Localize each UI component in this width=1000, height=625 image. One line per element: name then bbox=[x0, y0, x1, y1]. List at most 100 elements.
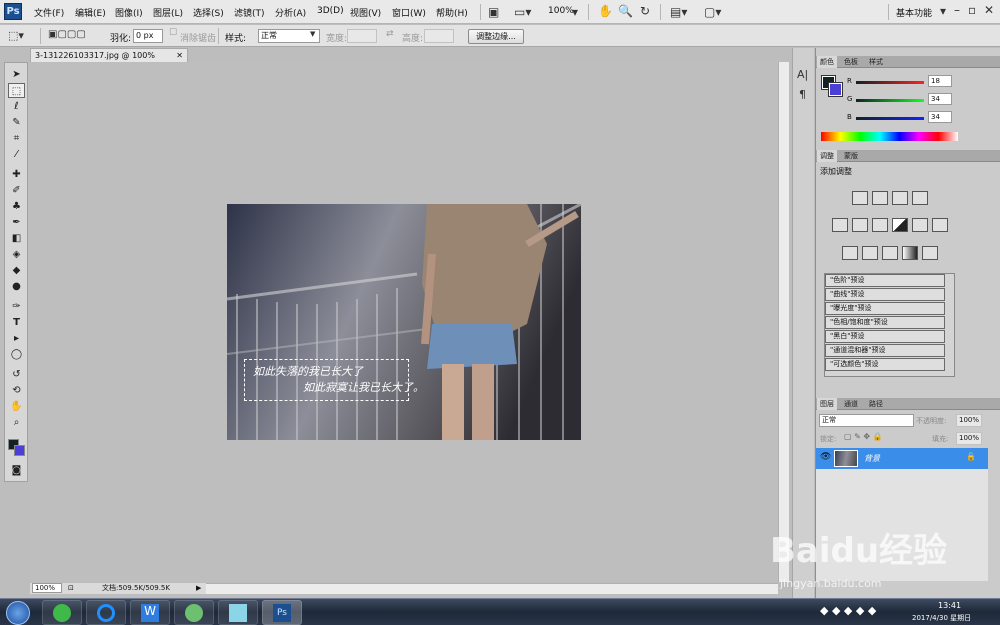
clock-time[interactable]: 13:41 bbox=[938, 601, 961, 610]
quick-selection-tool-icon[interactable]: ✎ bbox=[8, 115, 25, 130]
rotate-view-icon[interactable]: ↻ bbox=[640, 4, 650, 18]
rectangular-marquee-tool-icon[interactable]: ⬚ bbox=[8, 83, 25, 98]
chevron-down-icon[interactable]: ▾ bbox=[940, 4, 946, 18]
bg-color-box[interactable] bbox=[828, 82, 843, 97]
menu-file[interactable]: 文件(F) bbox=[34, 6, 64, 19]
color-spectrum[interactable] bbox=[821, 132, 958, 141]
zoom-field[interactable]: 100% bbox=[32, 583, 62, 593]
blend-mode-select[interactable]: 正常 bbox=[819, 414, 914, 427]
fill-input[interactable]: 100% bbox=[956, 432, 982, 445]
clock-date[interactable]: 2017/4/30 星期日 bbox=[912, 613, 971, 623]
restore-icon[interactable]: ▫ bbox=[968, 3, 976, 17]
character-panel-icon[interactable]: A| bbox=[797, 68, 808, 81]
preset-curves[interactable]: "曲线"预设 bbox=[825, 288, 945, 301]
photo-filter-icon[interactable] bbox=[912, 218, 928, 232]
horizontal-scrollbar[interactable] bbox=[206, 583, 778, 594]
b-input[interactable]: 34 bbox=[928, 111, 952, 123]
marquee-preset-icon[interactable]: ⬚▾ bbox=[8, 29, 24, 42]
feather-input[interactable]: 0 px bbox=[133, 29, 163, 43]
preset-hue-saturation[interactable]: "色相/饱和度"预设 bbox=[825, 316, 945, 329]
color-balance-icon[interactable] bbox=[872, 218, 888, 232]
antialias-checkbox[interactable]: ☐ bbox=[169, 28, 177, 38]
tab-channels[interactable]: 通道 bbox=[841, 398, 861, 410]
tab-styles[interactable]: 样式 bbox=[866, 56, 886, 68]
3d-orbit-tool-icon[interactable]: ⟲ bbox=[8, 383, 25, 398]
paragraph-panel-icon[interactable]: ¶ bbox=[799, 88, 806, 101]
screen-mode-icon[interactable]: ▢▾ bbox=[704, 5, 721, 19]
vertical-scrollbar[interactable] bbox=[778, 62, 789, 582]
preset-levels[interactable]: "色阶"预设 bbox=[825, 274, 945, 287]
type-tool-icon[interactable]: T bbox=[8, 315, 25, 330]
tab-color[interactable]: 颜色 bbox=[817, 56, 837, 68]
taskbar-app-3[interactable]: W bbox=[130, 600, 170, 625]
menu-image[interactable]: 图像(I) bbox=[115, 6, 143, 19]
opacity-input[interactable]: 100% bbox=[956, 414, 982, 427]
exposure-icon[interactable] bbox=[912, 191, 928, 205]
preset-black-white[interactable]: "黑白"预设 bbox=[825, 330, 945, 343]
menu-select[interactable]: 选择(S) bbox=[193, 6, 224, 19]
document-image[interactable]: 如此失落的我已长大了 如此寂寞让我已长大了。 bbox=[227, 204, 581, 440]
brightness-icon[interactable] bbox=[852, 191, 868, 205]
quick-mask-icon[interactable]: ◙ bbox=[8, 463, 25, 478]
ellipse-tool-icon[interactable]: ◯ bbox=[8, 347, 25, 362]
document-info-icon[interactable]: ⊡ bbox=[68, 583, 74, 594]
start-button[interactable] bbox=[6, 601, 30, 625]
dodge-tool-icon[interactable]: ● bbox=[8, 279, 25, 294]
blur-tool-icon[interactable]: ◆ bbox=[8, 263, 25, 278]
menu-edit[interactable]: 编辑(E) bbox=[75, 6, 106, 19]
taskbar-app-4[interactable] bbox=[174, 600, 214, 625]
preset-channel-mixer[interactable]: "通道混和器"预设 bbox=[825, 344, 945, 357]
menu-window[interactable]: 窗口(W) bbox=[392, 6, 426, 19]
posterize-icon[interactable] bbox=[862, 246, 878, 260]
invert-icon[interactable] bbox=[842, 246, 858, 260]
path-selection-tool-icon[interactable]: ▸ bbox=[8, 331, 25, 346]
tray-icons[interactable]: ◆ ◆ ◆ ◆ ◆ bbox=[820, 604, 876, 617]
tab-layers[interactable]: 图层 bbox=[817, 398, 837, 410]
workspace-switcher[interactable]: 基本功能 bbox=[896, 6, 932, 19]
levels-icon[interactable] bbox=[872, 191, 888, 205]
menu-filter[interactable]: 滤镜(T) bbox=[234, 6, 265, 19]
document-tab[interactable]: 3-131226103317.jpg @ 100%(RGB/8#) ✕ bbox=[30, 48, 188, 73]
menu-analysis[interactable]: 分析(A) bbox=[275, 6, 306, 19]
arrange-documents-icon[interactable]: ▤▾ bbox=[670, 5, 687, 19]
chevron-down-icon[interactable]: ▾ bbox=[572, 5, 578, 19]
threshold-icon[interactable] bbox=[882, 246, 898, 260]
tab-swatches[interactable]: 色板 bbox=[841, 56, 861, 68]
taskbar-app-2[interactable] bbox=[86, 600, 126, 625]
vibrance-icon[interactable] bbox=[832, 218, 848, 232]
layer-row-background[interactable]: 👁 背景 🔒 bbox=[816, 448, 988, 469]
tab-paths[interactable]: 路径 bbox=[866, 398, 886, 410]
menu-3d[interactable]: 3D(D) bbox=[317, 6, 344, 16]
hand-tool-icon[interactable]: ✋ bbox=[8, 399, 25, 414]
lasso-tool-icon[interactable]: ℓ bbox=[8, 99, 25, 114]
tab-adjustments[interactable]: 调整 bbox=[817, 150, 837, 162]
g-slider[interactable] bbox=[856, 99, 924, 102]
r-input[interactable]: 18 bbox=[928, 75, 952, 87]
tab-masks[interactable]: 蒙版 bbox=[841, 150, 861, 162]
refine-edge-button[interactable]: 调整边缘... bbox=[468, 29, 524, 44]
selective-color-icon[interactable] bbox=[922, 246, 938, 260]
close-icon[interactable]: ✕ bbox=[984, 3, 994, 17]
lock-icons[interactable]: ▢ ✎ ✥ 🔒 bbox=[844, 432, 883, 441]
pen-tool-icon[interactable]: ✑ bbox=[8, 299, 25, 314]
move-tool-icon[interactable]: ➤ bbox=[8, 67, 25, 82]
paint-bucket-tool-icon[interactable]: ◈ bbox=[8, 247, 25, 262]
preset-selective-color[interactable]: "可选颜色"预设 bbox=[825, 358, 945, 371]
close-icon[interactable]: ✕ bbox=[176, 49, 183, 62]
zoom-tool-icon[interactable]: ⌕ bbox=[8, 415, 25, 430]
selection-mode-icons[interactable]: ▣▢▢▢ bbox=[48, 29, 86, 40]
view-extras-icon[interactable]: ▭▾ bbox=[514, 5, 531, 19]
layer-name[interactable]: 背景 bbox=[864, 453, 880, 464]
clone-stamp-tool-icon[interactable]: ♣ bbox=[8, 199, 25, 214]
background-color-swatch[interactable] bbox=[14, 445, 25, 456]
crop-tool-icon[interactable]: ⌗ bbox=[8, 131, 25, 146]
menu-view[interactable]: 视图(V) bbox=[350, 6, 381, 19]
chevron-right-icon[interactable]: ▶ bbox=[196, 583, 201, 594]
history-brush-tool-icon[interactable]: ✒ bbox=[8, 215, 25, 230]
healing-brush-tool-icon[interactable]: ✚ bbox=[8, 167, 25, 182]
black-white-icon[interactable] bbox=[892, 218, 908, 232]
taskbar-app-1[interactable] bbox=[42, 600, 82, 625]
eyedropper-tool-icon[interactable]: ⁄ bbox=[8, 147, 25, 162]
hand-icon[interactable]: ✋ bbox=[598, 4, 613, 18]
menu-layer[interactable]: 图层(L) bbox=[153, 6, 183, 19]
